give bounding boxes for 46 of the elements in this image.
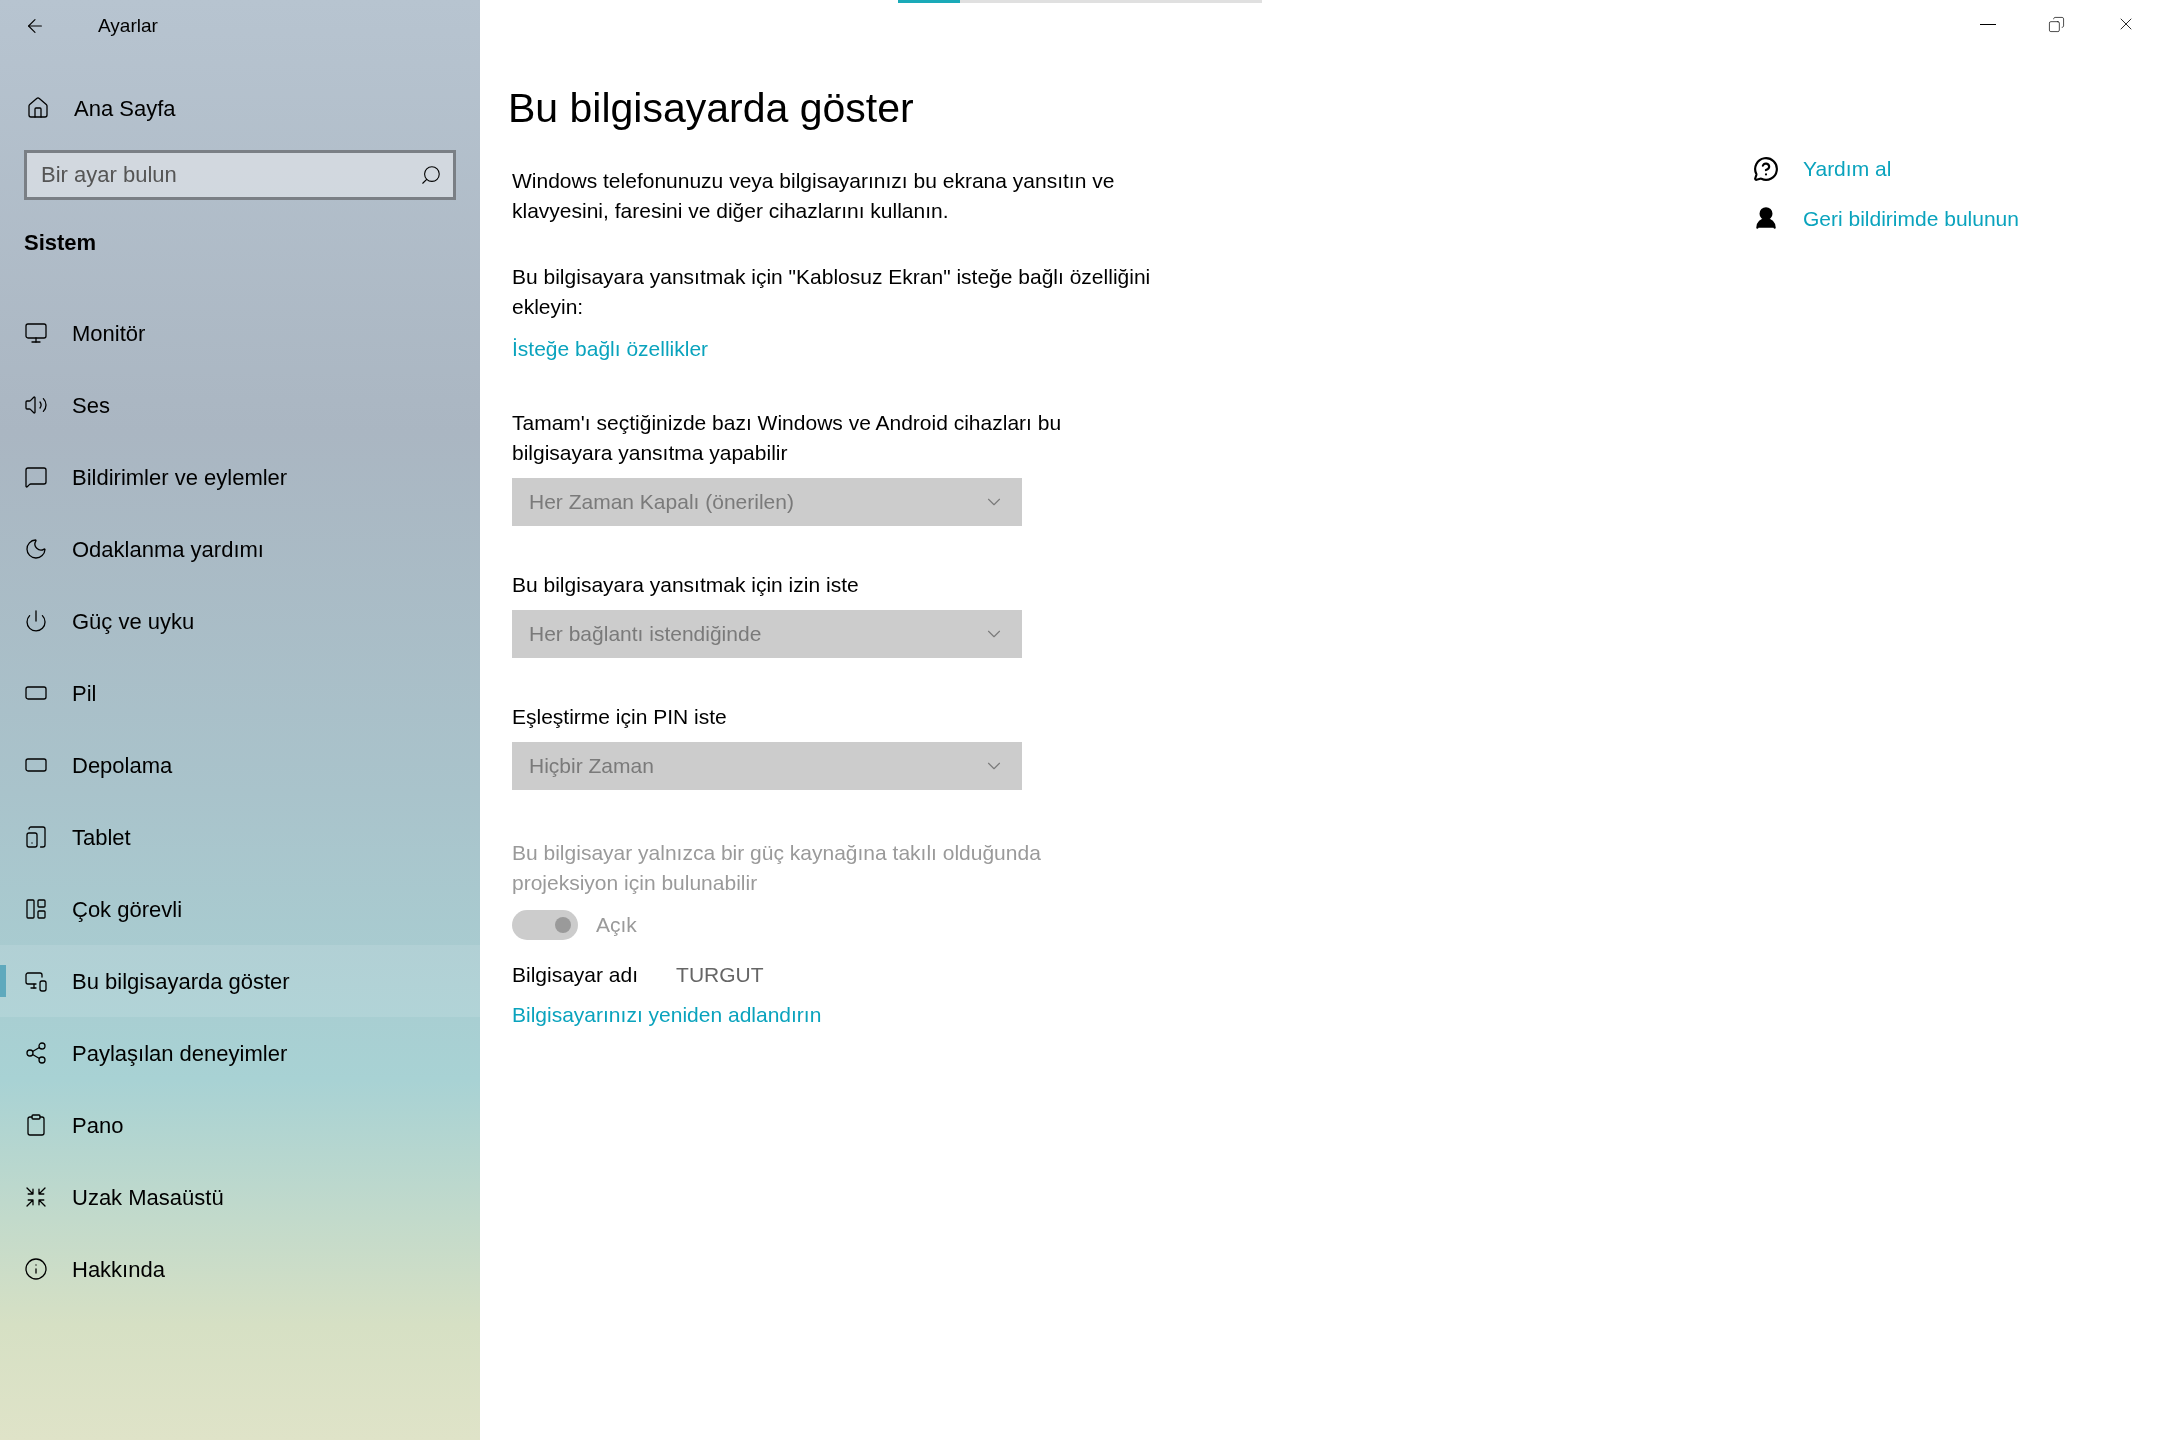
pc-name-label: Bilgisayar adı (512, 962, 639, 988)
sidebar-item[interactable]: Bildirimler ve eylemler (0, 441, 480, 513)
tablet-icon (24, 825, 48, 849)
sidebar-item[interactable]: Ses (0, 369, 480, 441)
speech-bubble-icon (24, 465, 48, 489)
remote-arrows-icon (24, 1185, 48, 1209)
sidebar-item[interactable]: Çok görevli (0, 873, 480, 945)
moon-icon (24, 537, 48, 561)
search-icon[interactable] (420, 164, 442, 186)
minimize-icon (1979, 23, 1996, 25)
intro-text: Windows telefonunuzu veya bilgisayarınızı bu ekrana yansıtın ve klavyesini, faresini ve diğer cihazlarını kullanın. (512, 168, 1116, 224)
project-screen-icon (24, 969, 48, 993)
dropdown-label: Tamam'ı seçtiğinizde bazı Windows ve Android cihazları bu bilgisayara yansıtma yapabilir (512, 410, 1063, 466)
speaker-icon (24, 393, 48, 417)
restore-icon (2048, 15, 2065, 33)
sidebar-item[interactable]: Depolama (0, 729, 480, 801)
monitor-icon (24, 321, 48, 345)
sidebar-item[interactable]: Hakkında (0, 1233, 480, 1305)
power-note: Bu bilgisayar yalnızca bir güç kaynağına takılı olduğunda projeksiyon için bulunabilir (512, 840, 1042, 896)
sidebar-item[interactable]: Paylaşılan deneyimler (0, 1017, 480, 1089)
share-nodes-icon (24, 1041, 48, 1065)
dropdown-label: Eşleştirme için PIN iste (512, 704, 728, 730)
power-icon (24, 609, 48, 633)
sidebar-item[interactable]: Güç ve uyku (0, 585, 480, 657)
window-title: Ayarlar (98, 13, 158, 38)
search-field[interactable]: Bir ayar bulun (24, 150, 456, 200)
section-heading: Sistem (23, 229, 98, 257)
pc-name-value: TURGUT (676, 962, 764, 988)
home-icon (26, 96, 50, 120)
page-title: Bu bilgisayarda göster (508, 84, 915, 133)
home-nav-item[interactable]: Ana Sayfa (0, 78, 480, 138)
help-bubble-icon (1753, 155, 1779, 182)
sidebar-item[interactable]: Odaklanma yardımı (0, 513, 480, 585)
sidebar-item[interactable]: Pil (0, 657, 480, 729)
multitask-icon (24, 897, 48, 921)
feature-text: Bu bilgisayara yansıtmak için "Kablosuz Ekran" isteğe bağlı özelliğini ekleyin: (512, 264, 1152, 320)
clipboard-icon (24, 1113, 48, 1137)
dropdown-label: Bu bilgisayara yansıtmak için izin iste (512, 572, 860, 598)
sidebar-item[interactable]: Monitör (0, 297, 480, 369)
toggle-label: Açık (596, 912, 637, 938)
sidebar-item[interactable]: Uzak Masaüstü (0, 1161, 480, 1233)
sidebar-item[interactable]: Pano (0, 1089, 480, 1161)
info-icon (24, 1257, 48, 1281)
sidebar-item[interactable]: Tablet (0, 801, 480, 873)
selection-indicator (0, 965, 6, 997)
sidebar-item[interactable]: Bu bilgisayarda göster (0, 945, 480, 1017)
